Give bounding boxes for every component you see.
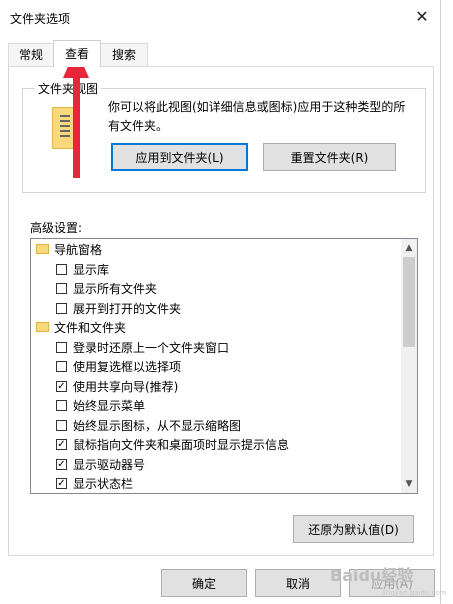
tree-folder-label: 文件和文件夹 xyxy=(54,321,127,335)
checkbox-icon[interactable] xyxy=(56,302,67,314)
tree-checkbox-label: 始终显示菜单 xyxy=(73,399,146,413)
checkbox-checked-icon[interactable]: ✓ xyxy=(56,478,67,489)
checkbox-icon[interactable] xyxy=(56,341,67,353)
folder-views-description: 你可以将此视图(如详细信息或图标)应用于这种类型的所有文件夹。 xyxy=(108,100,406,133)
title-bar[interactable]: 文件夹选项 ✕ xyxy=(0,0,440,34)
apply-to-folders-button[interactable]: 应用到文件夹(L) xyxy=(111,143,248,171)
scroll-down-icon[interactable]: ▼ xyxy=(401,476,417,492)
scroll-up-icon[interactable]: ▲ xyxy=(401,240,417,256)
scroll-thumb[interactable] xyxy=(403,257,415,347)
checkbox-icon[interactable] xyxy=(56,361,67,372)
advanced-settings-list[interactable]: 导航窗格显示库显示所有文件夹展开到打开的文件夹文件和文件夹登录时还原上一个文件夹… xyxy=(30,238,418,494)
restore-defaults-button[interactable]: 还原为默认值(D) xyxy=(293,515,414,543)
tree-checkbox-label: 显示状态栏 xyxy=(73,477,134,491)
checkbox-icon[interactable] xyxy=(56,283,67,294)
tree-checkbox-row[interactable]: 始终显示图标，从不显示缩略图 xyxy=(31,416,399,436)
watermark-logo: Baidu经验 xyxy=(330,566,414,585)
cancel-button[interactable]: 取消 xyxy=(255,569,341,597)
tree-checkbox-label: 始终显示图标，从不显示缩略图 xyxy=(73,418,242,433)
dialog-title: 文件夹选项 xyxy=(10,12,71,26)
tree-checkbox-label: 显示驱动器号 xyxy=(73,457,146,472)
checkbox-icon[interactable] xyxy=(56,419,67,431)
checkbox-icon[interactable] xyxy=(56,263,67,275)
tab-search[interactable]: 搜索 xyxy=(100,43,148,66)
checkbox-icon[interactable] xyxy=(56,400,67,411)
tree-checkbox-row[interactable]: 展开到打开的文件夹 xyxy=(31,299,399,319)
annotation-arrow-icon xyxy=(73,60,80,178)
tree-checkbox-label: 展开到打开的文件夹 xyxy=(73,301,182,316)
folder-options-dialog: 文件夹选项 ✕ 常规 查看 搜索 文件夹视图 你可以将此视图(如详细信息或图标)… xyxy=(0,0,441,604)
tree-checkbox-label: 登录时还原上一个文件夹窗口 xyxy=(73,340,230,355)
checkbox-checked-icon[interactable]: ✓ xyxy=(56,380,67,392)
tree-checkbox-row[interactable]: 登录时还原上一个文件夹窗口 xyxy=(31,338,399,358)
tree-checkbox-row[interactable]: 显示库 xyxy=(31,260,399,280)
tree-checkbox-label: 显示所有文件夹 xyxy=(73,282,158,296)
reset-folders-button[interactable]: 重置文件夹(R) xyxy=(263,143,396,171)
watermark-url: jingyan.baidu.com xyxy=(382,589,447,597)
tree-checkbox-row[interactable]: ✓ 鼠标指向文件夹和桌面项时显示提示信息 xyxy=(31,435,399,455)
tab-general[interactable]: 常规 xyxy=(8,43,54,66)
checkbox-checked-icon[interactable]: ✓ xyxy=(56,458,67,470)
tab-view[interactable]: 查看 xyxy=(53,40,101,67)
close-icon[interactable]: ✕ xyxy=(410,6,434,28)
folder-icon xyxy=(36,244,49,254)
folder-icon xyxy=(36,322,49,332)
tree-checkbox-label: 使用共享向导(推荐) xyxy=(73,379,179,394)
tree-folder-row: 文件和文件夹 xyxy=(31,318,399,338)
tree-checkbox-row[interactable]: ✓ 显示驱动器号 xyxy=(31,455,399,475)
list-scrollbar[interactable]: ▲ ▼ xyxy=(401,239,417,493)
tree-checkbox-row[interactable]: 使用复选框以选择项 xyxy=(31,357,399,377)
tree-checkbox-row[interactable]: ✓ 使用共享向导(推荐) xyxy=(31,377,399,397)
folder-details-icon xyxy=(60,115,70,137)
background-window-edge xyxy=(440,0,453,604)
tree-checkbox-label: 显示库 xyxy=(73,262,110,277)
advanced-settings-label: 高级设置: xyxy=(30,221,83,235)
ok-button[interactable]: 确定 xyxy=(161,569,247,597)
folder-views-title: 文件夹视图 xyxy=(35,80,102,97)
tree-checkbox-label: 使用复选框以选择项 xyxy=(73,360,182,374)
tree-folder-row: 导航窗格 xyxy=(31,240,399,260)
tree-checkbox-row[interactable]: 始终显示菜单 xyxy=(31,396,399,416)
tree-checkbox-row[interactable]: 显示所有文件夹 xyxy=(31,279,399,299)
tree-folder-label: 导航窗格 xyxy=(54,243,103,257)
tree-checkbox-label: 鼠标指向文件夹和桌面项时显示提示信息 xyxy=(73,438,290,452)
checkbox-checked-icon[interactable]: ✓ xyxy=(56,439,67,450)
tree-checkbox-row[interactable]: ✓ 显示状态栏 xyxy=(31,474,399,493)
